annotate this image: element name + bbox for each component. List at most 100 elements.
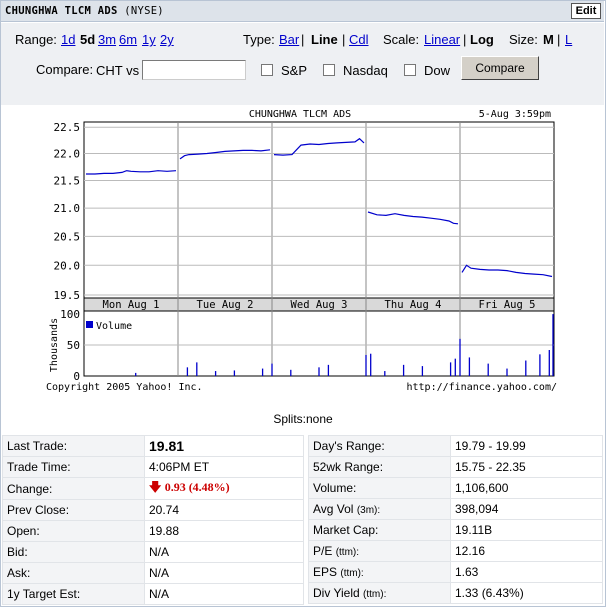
chart-area: CHUNGHWA TLCM ADS 5-Aug 3:59pm 22.5 22.0 2…	[1, 105, 604, 432]
change-label: Change:	[2, 477, 145, 500]
volume-tick-label: 50	[67, 339, 80, 352]
target-est-label: 1y Target Est:	[2, 583, 145, 605]
pe-value: 12.16	[450, 540, 603, 562]
nasdaq-label: Nasdaq	[343, 63, 388, 78]
company-name: CHUNGHWA TLCM ADS	[5, 5, 118, 17]
scale-log[interactable]: Log	[470, 32, 494, 47]
range-5d[interactable]: 5d	[80, 32, 95, 47]
days-range-value: 19.79 - 19.99	[450, 435, 603, 457]
change-cell: 🡇 0.93 (4.48%)	[144, 477, 304, 500]
pe-label: P/E (ttm):	[308, 540, 451, 562]
price-tick-label: 22.5	[54, 121, 81, 134]
compare-label: Compare:	[36, 62, 94, 77]
symbol-title: CHUNGHWA TLCM ADS (NYSE)	[5, 5, 164, 17]
range-label: Range:	[15, 32, 57, 47]
bid-value: N/A	[144, 541, 304, 563]
compare-symbol-input[interactable]	[142, 60, 246, 80]
down-arrow-icon: 🡇	[149, 480, 162, 494]
quote-table-left: Last Trade: 19.81 Trade Time: 4:06PM ET …	[2, 435, 304, 605]
last-trade-label: Last Trade:	[2, 435, 145, 457]
table-row: Bid: N/A	[2, 541, 304, 563]
sp-checkbox[interactable]	[261, 64, 273, 76]
table-row: Market Cap: 19.11B	[308, 519, 603, 541]
div-yield-value: 1.33 (6.43%)	[450, 582, 603, 604]
dow-label: Dow	[424, 63, 451, 78]
day-label: Thu Aug 4	[385, 299, 442, 311]
avg-vol-label-text: Avg Vol	[313, 502, 354, 516]
table-row: Div Yield (ttm): 1.33 (6.43%)	[308, 582, 603, 604]
table-row: EPS (ttm): 1.63	[308, 561, 603, 583]
price-tick-label: 20.5	[54, 230, 81, 243]
price-tick-label: 19.5	[54, 289, 81, 302]
price-tick-label: 21.0	[54, 202, 81, 215]
ask-value: N/A	[144, 562, 304, 584]
market-cap-label: Market Cap:	[308, 519, 451, 541]
range-6m[interactable]: 6m	[119, 32, 137, 47]
eps-label-text: EPS	[313, 565, 338, 579]
dow-checkbox[interactable]	[404, 64, 416, 76]
table-row: Volume: 1,106,600	[308, 477, 603, 499]
div-yield-label: Div Yield (ttm):	[308, 582, 451, 604]
compare-prefix: CHT vs	[96, 63, 140, 78]
prev-close-value: 20.74	[144, 499, 304, 521]
trade-time-value: 4:06PM ET	[144, 456, 304, 478]
type-cdl[interactable]: Cdl	[349, 32, 369, 47]
chart-copyright: Copyright 2005 Yahoo! Inc.	[46, 382, 203, 393]
chart-timestamp: 5-Aug 3:59pm	[479, 109, 551, 120]
chart-source-url: http://finance.yahoo.com/	[406, 382, 557, 393]
table-row: Day's Range: 19.79 - 19.99	[308, 435, 603, 457]
range-1y[interactable]: 1y	[142, 32, 156, 47]
target-est-value: N/A	[144, 583, 304, 605]
pe-period: (ttm):	[335, 547, 360, 558]
compare-button[interactable]: Compare	[461, 56, 539, 80]
eps-value: 1.63	[450, 561, 603, 583]
eps-period: (ttm):	[340, 568, 364, 579]
pe-label-text: P/E	[313, 544, 333, 558]
quote-table-right: Day's Range: 19.79 - 19.99 52wk Range: 1…	[308, 435, 603, 604]
range-1d[interactable]: 1d	[61, 32, 75, 47]
options-row: Range: 1d 5d 3m 6m 1y 2y Type: Bar | Lin…	[1, 32, 604, 48]
price-tick-label: 22.0	[54, 148, 81, 161]
52wk-range-label: 52wk Range:	[308, 456, 451, 478]
table-row: Open: 19.88	[2, 520, 304, 542]
days-range-label-text: Day's Range:	[313, 439, 385, 453]
avg-vol-value: 398,094	[450, 498, 603, 520]
separator: |	[463, 32, 467, 47]
price-tick-label: 21.5	[54, 175, 81, 188]
eps-label: EPS (ttm):	[308, 561, 451, 583]
price-series-day	[86, 170, 177, 175]
prev-close-label: Prev Close:	[2, 499, 145, 521]
open-value: 19.88	[144, 520, 304, 542]
days-range-label: Day's Range:	[308, 435, 451, 457]
range-3m[interactable]: 3m	[98, 32, 116, 47]
volume-tick-label: 100	[60, 308, 80, 321]
day-label: Fri Aug 5	[479, 299, 536, 311]
edit-button[interactable]: Edit	[571, 3, 601, 19]
volume-label: Volume:	[308, 477, 451, 499]
type-line[interactable]: Line	[311, 32, 338, 47]
div-yield-period: (ttm):	[363, 589, 387, 600]
scale-label: Scale:	[383, 32, 420, 47]
change-value: 0.93 (4.48%)	[164, 480, 230, 494]
splits-info: Splits:none	[273, 412, 333, 426]
range-2y[interactable]: 2y	[160, 32, 174, 47]
table-row: Avg Vol (3m): 398,094	[308, 498, 603, 520]
volume-legend-swatch	[86, 321, 93, 328]
price-volume-chart: CHUNGHWA TLCM ADS 5-Aug 3:59pm 22.5 22.0 2…	[46, 109, 557, 393]
div-yield-label-text: Div Yield	[313, 586, 360, 600]
size-m[interactable]: M	[543, 32, 554, 47]
title-bar: CHUNGHWA TLCM ADS (NYSE) Edit	[1, 1, 604, 22]
scale-linear[interactable]: Linear	[424, 32, 460, 47]
table-row: 1y Target Est: N/A	[2, 583, 304, 605]
sp-label: S&P	[281, 63, 308, 78]
plot-border	[83, 121, 555, 377]
trade-time-label: Trade Time:	[2, 456, 145, 478]
nasdaq-checkbox[interactable]	[323, 64, 335, 76]
compare-row: Compare: CHT vs S&P Nasdaq Dow Compare	[1, 56, 604, 80]
ask-label: Ask:	[2, 562, 145, 584]
52wk-range-value: 15.75 - 22.35	[450, 456, 603, 478]
separator: |	[342, 32, 346, 47]
separator: |	[301, 32, 305, 47]
type-bar[interactable]: Bar	[279, 32, 299, 47]
size-l[interactable]: L	[565, 32, 572, 47]
